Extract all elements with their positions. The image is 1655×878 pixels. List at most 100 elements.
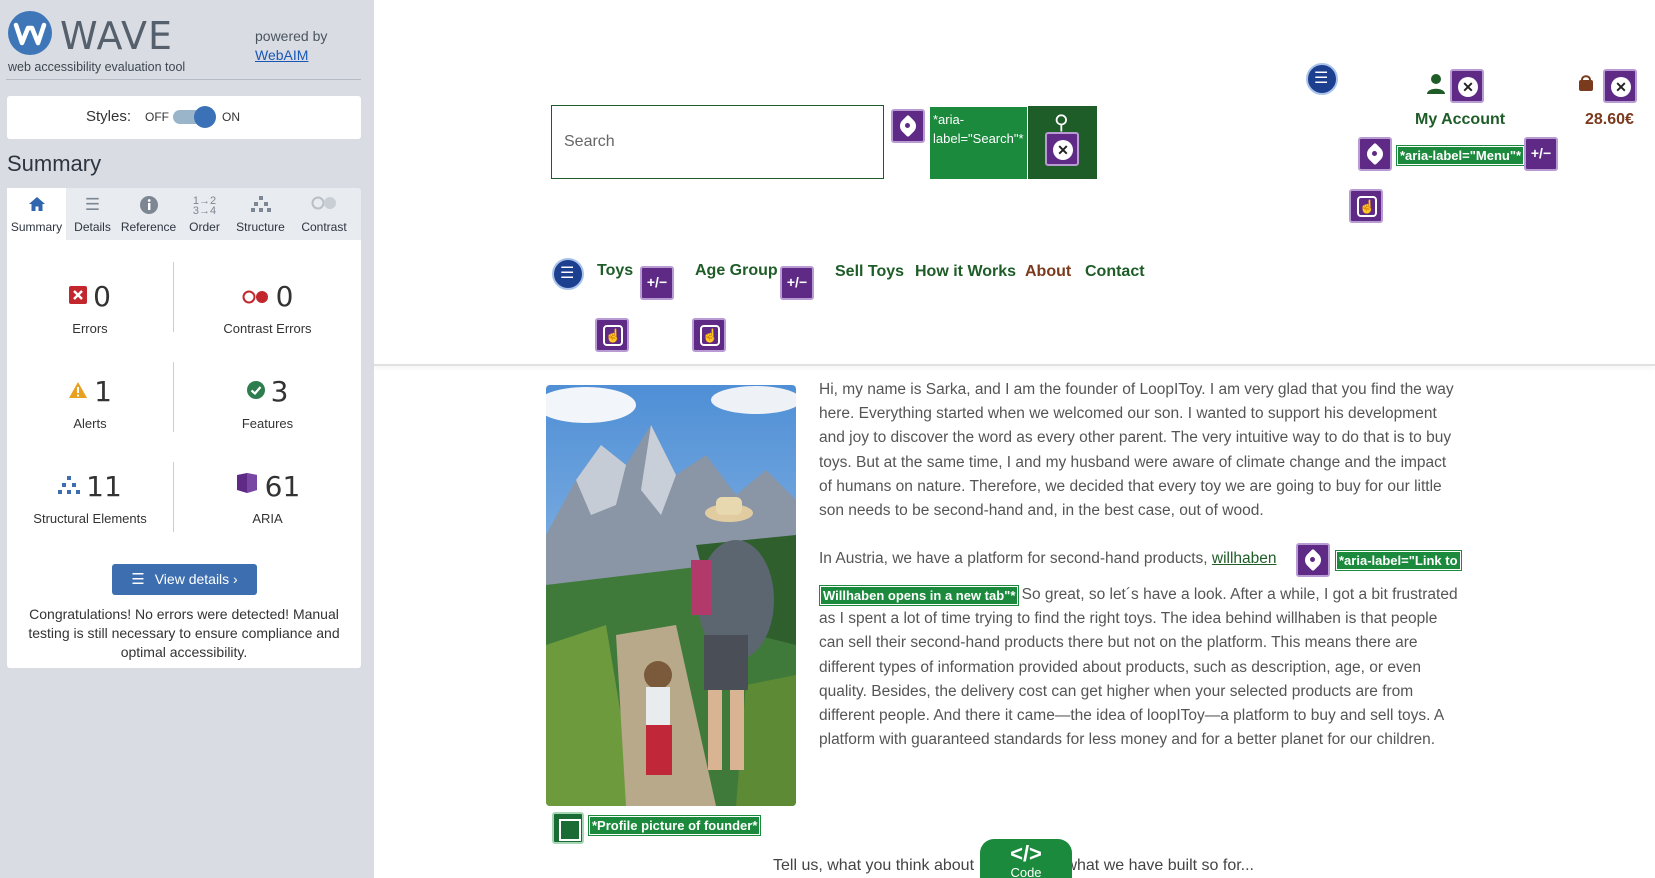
errors-count: 0 [93, 280, 111, 313]
link-aria-label-1: *aria-label="Link to [1335, 550, 1462, 571]
willhaben-intro-text: In Austria, we have a platform for secon… [819, 550, 1212, 567]
error-icon [69, 278, 88, 312]
powered-by-label: powered by [255, 28, 328, 44]
code-toggle-button[interactable]: </> Code [980, 839, 1072, 878]
info-icon [119, 195, 178, 215]
aria-expanded-icon: +/− [780, 266, 814, 300]
account-icon[interactable] [1426, 73, 1448, 95]
aria-expanded-icon: +/− [640, 266, 674, 300]
stat-contrast-errors[interactable]: 0 Contrast Errors [174, 280, 361, 336]
nav-age-group[interactable]: Age Group [695, 262, 778, 280]
stat-aria[interactable]: 61 ARIA [174, 470, 361, 526]
aria-count: 61 [264, 470, 301, 503]
summary-heading: Summary [7, 151, 102, 176]
alerts-label: Alerts [73, 416, 107, 431]
search-input[interactable] [551, 105, 884, 179]
view-details-button[interactable]: ☰ View details › [112, 564, 257, 595]
styles-off-label: OFF [145, 110, 169, 124]
tab-reference[interactable]: Reference [119, 188, 178, 240]
alerts-count: 1 [94, 375, 112, 408]
styles-toggle-knob[interactable] [194, 106, 216, 128]
header-divider [374, 364, 1655, 366]
aria-menu-icon: ☝ [1349, 189, 1383, 223]
aria-tag-icon [1296, 543, 1330, 577]
wave-tabs: Summary ☰ Details Reference 1→2 3→4 Order… [7, 188, 361, 240]
stat-alerts[interactable]: 1 Alerts [7, 375, 173, 431]
nav-how-it-works[interactable]: How it Works [915, 263, 1016, 281]
nav-toys[interactable]: Toys [597, 262, 633, 280]
search-aria-label: *aria-label="Search"* [930, 107, 1027, 179]
aria-tag-icon [1358, 137, 1392, 171]
intro-paragraph: Hi, my name is Sarka, and I am the found… [819, 381, 1454, 520]
order-icon: 1→2 3→4 [192, 195, 217, 217]
congratulations-message: Congratulations! No errors were detected… [28, 606, 340, 660]
powered-by: powered by WebAIM [255, 27, 327, 65]
contrast-errors-label: Contrast Errors [223, 321, 312, 336]
tab-contrast[interactable]: Contrast [287, 188, 361, 240]
structure-icon [231, 195, 290, 215]
cart-error-icon: ✕ [1603, 69, 1637, 103]
search-button[interactable]: ⚲ ✕ [1028, 106, 1097, 179]
tab-summary[interactable]: Summary [7, 188, 66, 240]
styles-on-label: ON [222, 110, 240, 124]
cart-amount[interactable]: 28.60€ [1585, 111, 1634, 129]
menu-aria-label: *aria-label="Menu"* [1395, 145, 1526, 166]
features-count: 3 [270, 375, 289, 408]
tab-structure[interactable]: Structure [231, 188, 290, 240]
tab-label: Summary [10, 220, 63, 234]
list-icon: ☰ [1306, 63, 1338, 95]
view-details-label: View details › [154, 571, 238, 587]
aria-tag-icon [891, 109, 925, 143]
aria-expanded-icon: +/− [1524, 137, 1558, 171]
code-label: Code [1010, 865, 1042, 878]
stat-features[interactable]: 3 Features [174, 375, 361, 431]
tab-label: Reference [120, 220, 177, 234]
tab-order[interactable]: 1→2 3→4 Order [175, 188, 234, 240]
wave-header: WAVE web accessibility evaluation tool p… [6, 10, 361, 80]
contrast-error-icon [242, 278, 270, 312]
feedback-text-2: what we have built so for... [1065, 857, 1254, 874]
summary-panel: 0 Errors 0 Contrast Errors 1 Alerts 3 Fe… [7, 240, 361, 668]
nav-about[interactable]: About [1025, 263, 1071, 281]
image-alt-icon [552, 812, 584, 844]
account-error-icon: ✕ [1450, 69, 1484, 103]
wave-subtitle: web accessibility evaluation tool [8, 60, 186, 74]
stat-errors[interactable]: 0 Errors [7, 280, 173, 336]
wave-sidebar: WAVE web accessibility evaluation tool p… [0, 0, 374, 878]
features-label: Features [241, 416, 294, 431]
styles-toggle-box: Styles: OFF ON [7, 96, 361, 139]
feature-check-icon [246, 373, 265, 407]
tab-label: Order [189, 220, 220, 234]
alert-icon [68, 373, 88, 407]
willhaben-link[interactable]: willhaben [1212, 550, 1277, 567]
willhaben-paragraph-rest: . So great, so let´s have a look. After … [819, 586, 1458, 749]
stat-structural[interactable]: 11 Structural Elements [7, 470, 173, 526]
founder-photo [546, 385, 796, 806]
list-icon: ☰ [84, 195, 101, 214]
my-account-link[interactable]: My Account [1415, 111, 1505, 129]
contrast-errors-count: 0 [275, 280, 294, 313]
aria-icon [235, 468, 259, 502]
tab-details[interactable]: ☰ Details [63, 188, 122, 240]
tab-label: Contrast [301, 220, 347, 234]
website: *aria-label="Search"* ⚲ ✕ ☰ ✕ My Account… [374, 0, 1655, 878]
button-error-icon: ✕ [1045, 132, 1079, 166]
nav-sell-toys[interactable]: Sell Toys [835, 263, 904, 281]
aria-label: ARIA [252, 511, 283, 526]
structure-icon [58, 468, 81, 502]
structural-label: Structural Elements [33, 511, 147, 526]
tab-label: Structure [236, 220, 285, 234]
nav-contact[interactable]: Contact [1085, 263, 1145, 281]
wave-logo-icon [8, 11, 52, 55]
photo-alt-label: *Profile picture of founder* [587, 815, 762, 836]
contrast-icon [287, 195, 361, 215]
cart-icon[interactable] [1577, 74, 1595, 97]
errors-label: Errors [72, 321, 108, 336]
structural-count: 11 [86, 470, 122, 503]
home-icon [7, 195, 66, 215]
list-icon: ☰ [131, 571, 145, 588]
list-icon: ☰ [552, 258, 584, 290]
aria-menu-icon: ☝ [595, 318, 629, 352]
feedback-text-1: Tell us, what you think about [773, 857, 979, 874]
webaim-link[interactable]: WebAIM [255, 46, 327, 65]
